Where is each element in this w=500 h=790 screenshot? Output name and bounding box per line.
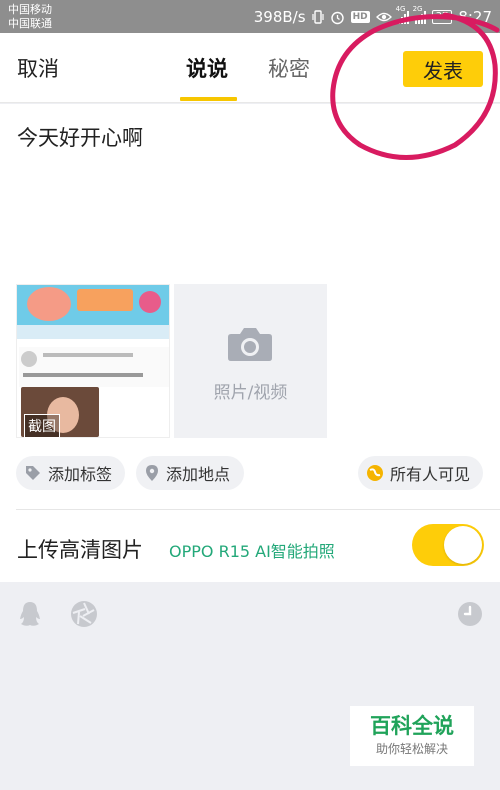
shutter-icon[interactable] bbox=[70, 600, 98, 628]
thumbnail-art-2 bbox=[77, 289, 133, 311]
camera-promo-text[interactable]: OPPO R15 AI智能拍照 bbox=[169, 538, 335, 562]
add-tag-label: 添加标签 bbox=[48, 465, 113, 484]
qq-icon[interactable] bbox=[18, 600, 42, 628]
add-location-label: 添加地点 bbox=[166, 465, 231, 484]
cancel-button[interactable]: 取消 bbox=[17, 53, 59, 83]
tab-shuoshuo[interactable]: 说说 bbox=[180, 53, 237, 101]
thumbnail-avatar bbox=[21, 351, 37, 367]
publish-button[interactable]: 发表 bbox=[403, 51, 483, 87]
battery-icon: 37 bbox=[431, 10, 453, 24]
signal-icon-2: 2G bbox=[413, 5, 426, 24]
active-tab-indicator bbox=[180, 97, 237, 101]
clock-time: 8:27 bbox=[458, 8, 492, 26]
thumbnail-nav bbox=[17, 325, 169, 339]
add-location-button[interactable]: 添加地点 bbox=[136, 456, 244, 490]
globe-icon bbox=[367, 465, 383, 481]
net-speed: 398B/s bbox=[253, 8, 306, 26]
post-text-input[interactable]: 今天好开心啊 bbox=[17, 122, 143, 152]
status-bar: 中国移动 中国联通 398B/s HD 4G 2G 37 8:27 bbox=[0, 0, 500, 33]
watermark-title: 百科全说 bbox=[370, 714, 454, 738]
thumbnail-line-2 bbox=[23, 373, 143, 377]
section-divider bbox=[16, 509, 500, 510]
watermark-subtitle: 助你轻松解决 bbox=[375, 742, 448, 756]
eye-icon bbox=[375, 11, 392, 23]
add-tag-button[interactable]: 添加标签 bbox=[16, 456, 125, 490]
upload-hd-toggle[interactable] bbox=[412, 524, 484, 566]
toggle-knob bbox=[444, 526, 482, 564]
camera-icon bbox=[228, 328, 272, 361]
status-indicators: 398B/s HD 4G 2G 37 8:27 bbox=[253, 5, 492, 28]
compose-area: 今天好开心啊 截图 照片/视频 添加标签 添加地点 所有人可见 上传高清图片 O… bbox=[0, 104, 500, 582]
carrier-2: 中国联通 bbox=[8, 17, 52, 30]
visibility-label: 所有人可见 bbox=[390, 465, 471, 484]
thumbnail-art-1 bbox=[27, 287, 71, 321]
location-pin-icon bbox=[146, 465, 158, 481]
vibrate-icon bbox=[311, 10, 324, 24]
screenshot-badge: 截图 bbox=[24, 414, 60, 438]
tab-shuoshuo-label: 说说 bbox=[186, 57, 228, 81]
hd-icon: HD bbox=[350, 11, 370, 23]
thumbnail-banner bbox=[17, 285, 169, 325]
thumbnail-line bbox=[43, 353, 133, 357]
compose-header: 取消 说说 秘密 发表 bbox=[0, 33, 500, 103]
tag-icon bbox=[26, 466, 40, 480]
alarm-icon bbox=[330, 10, 345, 25]
thumbnail-card bbox=[19, 347, 169, 387]
add-photo-video-button[interactable]: 照片/视频 bbox=[174, 284, 327, 438]
add-photo-label: 照片/视频 bbox=[213, 383, 288, 403]
watermark-logo: 百科全说 助你轻松解决 bbox=[350, 706, 474, 766]
signal-icon-1: 4G bbox=[396, 5, 409, 24]
visibility-selector[interactable]: 所有人可见 bbox=[358, 456, 483, 490]
carrier-1: 中国移动 bbox=[8, 3, 52, 16]
clock-icon[interactable] bbox=[457, 601, 483, 627]
tab-secret[interactable]: 秘密 bbox=[268, 53, 310, 83]
upload-hd-label: 上传高清图片 bbox=[17, 538, 143, 562]
thumbnail-art-3 bbox=[139, 291, 161, 313]
